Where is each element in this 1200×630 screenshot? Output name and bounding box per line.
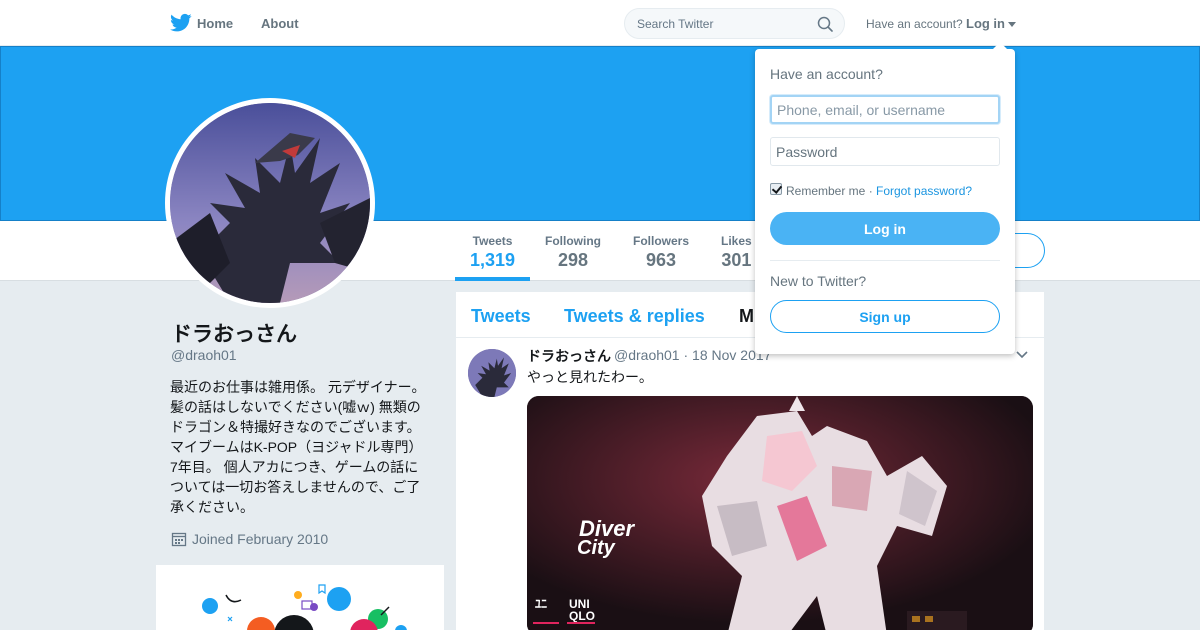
gundam-statue-image: Diver City ﾕﾆ UNI QLO [527,396,1033,630]
profile-bio: 最近のお仕事は雑用係。 元デザイナー。 髪の話はしないでください(嘘ｗ) 無類の… [170,377,435,517]
username-field[interactable] [770,95,1000,124]
bio-line: 承ください。 [170,499,254,515]
password-field[interactable] [770,137,1000,166]
have-account-text: Have an account? [866,17,963,31]
stat-followers-label: Followers [633,234,690,248]
dragon-avatar-image [468,349,516,397]
profile-avatar[interactable] [165,98,375,308]
signup-illustration-card [156,565,444,630]
tab-tweets[interactable]: Tweets [471,306,531,327]
svg-text:QLO: QLO [569,609,595,623]
stat-likes-value: 301 [721,250,752,270]
tweet-text: やっと見れたわー。 [527,369,653,385]
stat-following-label: Following [545,234,601,248]
svg-text:ﾕﾆ: ﾕﾆ [535,597,547,611]
bio-line: 髪の話はしないでください(嘘ｗ) 無類の [170,399,421,415]
bio-line: 最近のお仕事は雑用係。 元デザイナー。 [170,379,426,395]
stat-following[interactable]: Following 298 [545,234,601,271]
stat-followers[interactable]: Followers 963 [633,234,689,271]
caret-down-icon [1008,22,1016,28]
search-icon[interactable] [817,16,833,32]
bio-line: ついては一切お答えしませんので、ご了 [170,479,421,495]
login-link-label[interactable]: Log in [966,16,1005,31]
calendar-icon [171,532,187,547]
stat-followers-value: 963 [645,250,677,270]
remember-me-checkbox[interactable] [770,183,782,195]
stat-likes-label: Likes [721,234,752,248]
login-button[interactable]: Log in [770,212,1000,245]
stat-tweets-label: Tweets [472,234,513,248]
chevron-down-icon[interactable] [1016,351,1028,359]
bio-line: 7年目。 個人アカにつき、ゲームの話に [170,459,419,475]
dropdown-title: Have an account? [770,66,883,82]
search-box[interactable]: Search Twitter [624,8,845,39]
twitter-bird-icon[interactable] [170,13,192,33]
stat-following-value: 298 [557,250,589,270]
stat-tweets[interactable]: Tweets 1,319 [470,234,515,271]
tweet-author-name[interactable]: ドラおっさん [527,346,611,366]
tab-tweets-replies[interactable]: Tweets & replies [564,306,705,327]
active-stat-underline [455,277,530,281]
stat-likes[interactable]: Likes 301 [721,234,752,271]
login-dropdown-toggle[interactable]: Log in [966,16,1016,31]
stat-tweets-value: 1,319 [470,250,516,270]
forgot-password-link[interactable]: Forgot password? [876,184,972,198]
nav-about-link[interactable]: About [261,16,299,31]
tweet-photo[interactable]: Diver City ﾕﾆ UNI QLO [527,396,1033,630]
profile-handle[interactable]: @draoh01 [171,347,237,363]
search-input[interactable]: Search Twitter [637,17,713,31]
bio-line: マイブームはK-POP（ヨジャドル専門） [170,439,423,455]
dragon-avatar-image [170,103,370,303]
tab-media[interactable]: M [739,306,754,327]
signup-button[interactable]: Sign up [770,300,1000,333]
profile-name: ドラおっさん [171,323,297,346]
bio-line: ドラゴン＆特撮好きなのでございます。 [170,419,421,435]
illustration-image [202,584,407,630]
login-dropdown: Have an account? Remember me · Forgot pa… [755,42,1015,354]
dropdown-arrow [992,42,1008,50]
dropdown-divider [770,260,1000,261]
top-navigation: Home About Search Twitter Have an accoun… [0,0,1200,46]
joined-date: Joined February 2010 [192,531,329,547]
tweet-avatar[interactable] [468,349,516,397]
new-to-twitter-label: New to Twitter? [770,273,867,289]
svg-text:City: City [577,537,616,559]
nav-home-link[interactable]: Home [197,16,233,31]
remember-me-label: Remember me · [786,184,873,198]
tweet-meta[interactable]: @draoh01 · 18 Nov 2017 [614,347,771,363]
